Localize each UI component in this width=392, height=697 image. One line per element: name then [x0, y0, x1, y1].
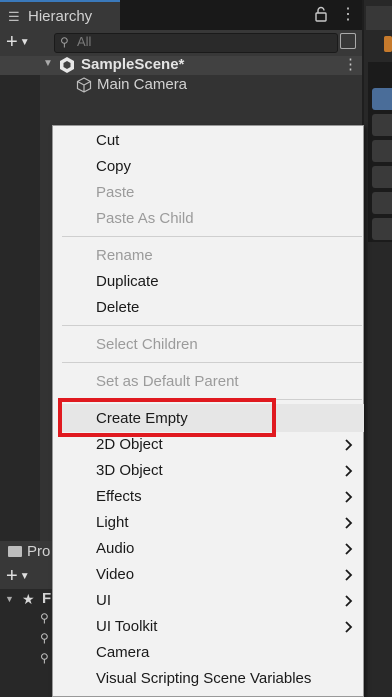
unity-scene-icon [60, 57, 74, 73]
chevron-right-icon [345, 517, 353, 529]
menu-item-video[interactable]: Video [96, 565, 134, 585]
chevron-down-icon: ▼ [19, 37, 30, 48]
scene-kebab-icon[interactable]: ⋮ [343, 56, 358, 74]
menu-item-effects[interactable]: Effects [96, 487, 142, 507]
menu-item-cut[interactable]: Cut [96, 131, 119, 151]
hierarchy-item-main-camera[interactable]: Main Camera [97, 75, 187, 95]
expand-arrow-icon[interactable]: ▼ [5, 594, 14, 604]
menu-item-2d-object[interactable]: 2D Object [96, 435, 163, 455]
star-icon: ★ [22, 591, 35, 607]
hand-tool-icon[interactable] [372, 88, 392, 110]
scene-view-toolbar-icon[interactable] [384, 36, 392, 52]
chevron-down-icon: ▼ [19, 571, 30, 582]
expand-arrow-icon[interactable]: ▼ [43, 58, 53, 69]
menu-item-select-children: Select Children [96, 336, 198, 353]
highlight-box [58, 398, 276, 437]
menu-separator [62, 236, 362, 237]
chevron-right-icon [345, 439, 353, 451]
menu-item-rename: Rename [96, 247, 153, 264]
menu-item-paste-as-child: Paste As Child [96, 210, 194, 227]
rect-tool-icon[interactable] [372, 192, 392, 214]
favorites-label[interactable]: F [42, 590, 51, 607]
project-add-button[interactable]: + ▼ [6, 565, 30, 591]
folder-icon [8, 546, 22, 557]
menu-item-set-default-parent: Set as Default Parent [96, 373, 239, 390]
menu-item-ui[interactable]: UI [96, 591, 111, 611]
add-object-button[interactable]: + ▼ [6, 31, 42, 53]
search-icon: ⚲ [40, 651, 49, 665]
chevron-right-icon [345, 621, 353, 633]
search-type-icon[interactable] [340, 33, 356, 49]
gameobject-cube-icon [76, 77, 92, 93]
scale-tool-icon[interactable] [372, 166, 392, 188]
lock-icon[interactable] [314, 6, 328, 22]
transform-tool-icon[interactable] [372, 218, 392, 240]
chevron-right-icon [345, 543, 353, 555]
chevron-right-icon [345, 465, 353, 477]
menu-item-camera[interactable]: Camera [96, 643, 149, 663]
search-input[interactable]: All [77, 33, 277, 51]
chevron-right-icon [345, 595, 353, 607]
hierarchy-tab[interactable]: ☰ Hierarchy [0, 0, 120, 30]
project-tab-label: Pro [27, 543, 51, 560]
menu-item-3d-object[interactable]: 3D Object [96, 461, 163, 481]
chevron-right-icon [345, 491, 353, 503]
search-icon: ⚲ [40, 631, 49, 645]
menu-item-delete[interactable]: Delete [96, 298, 139, 318]
chevron-right-icon [345, 569, 353, 581]
scene-view-tab[interactable] [366, 6, 392, 30]
menu-item-paste: Paste [96, 184, 135, 201]
hierarchy-tab-label: Hierarchy [28, 8, 93, 25]
rotate-tool-icon[interactable] [372, 140, 392, 162]
menu-item-audio[interactable]: Audio [96, 539, 134, 559]
kebab-menu-icon[interactable]: ⋮ [340, 6, 356, 24]
menu-separator [62, 325, 362, 326]
menu-item-copy[interactable]: Copy [96, 157, 131, 177]
scene-name[interactable]: SampleScene* [81, 56, 184, 74]
menu-item-visual-scripting-scene-variables[interactable]: Visual Scripting Scene Variables [96, 669, 311, 689]
hierarchy-list-icon: ☰ [8, 9, 20, 24]
menu-separator [62, 362, 362, 363]
move-tool-icon[interactable] [372, 114, 392, 136]
search-icon: ⚲ [60, 35, 69, 49]
menu-item-light[interactable]: Light [96, 513, 129, 533]
menu-item-duplicate[interactable]: Duplicate [96, 272, 159, 292]
search-icon: ⚲ [40, 611, 49, 625]
menu-item-ui-toolkit[interactable]: UI Toolkit [96, 617, 157, 637]
